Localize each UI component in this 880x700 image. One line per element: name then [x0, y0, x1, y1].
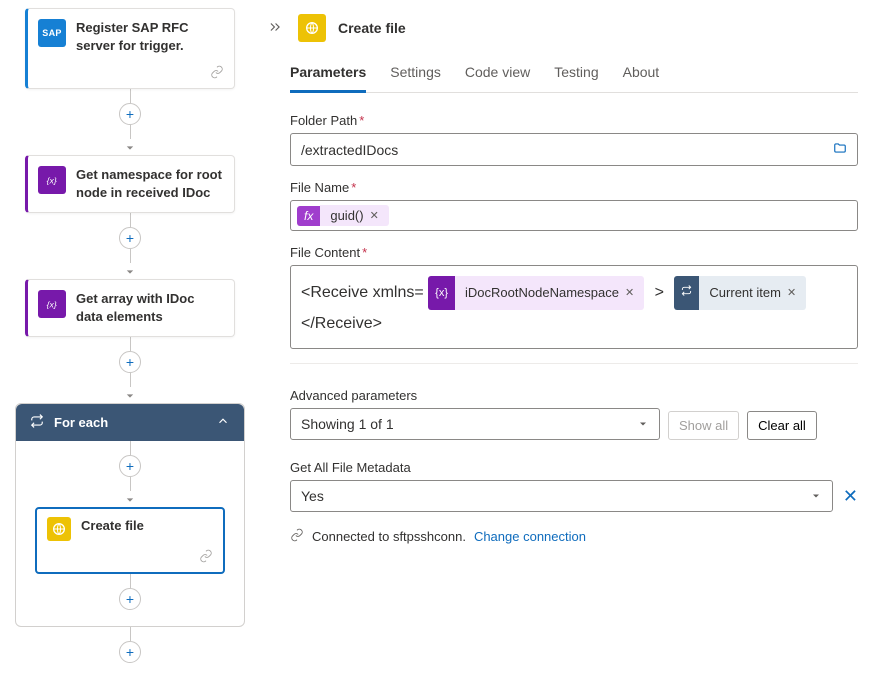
sap-icon: SAP [38, 19, 66, 47]
tab-testing[interactable]: Testing [554, 56, 598, 92]
add-step-button[interactable]: + [119, 641, 141, 663]
remove-metadata-icon[interactable]: ✕ [843, 486, 858, 507]
file-content-input[interactable]: <Receive xmlns= {x} iDocRootNodeNamespac… [290, 265, 858, 349]
flow-canvas: SAP Register SAP RFC server for trigger.… [0, 0, 260, 700]
add-step-button[interactable]: + [119, 455, 141, 477]
variable-chip-namespace[interactable]: {x} iDocRootNodeNamespace✕ [428, 276, 644, 310]
arrow-down-icon [126, 139, 134, 155]
connection-text: Connected to sftpsshconn. [312, 529, 466, 544]
folder-path-value: /extractedIDocs [301, 142, 398, 158]
flow-step-sap-trigger[interactable]: SAP Register SAP RFC server for trigger. [25, 8, 235, 89]
flow-step-create-file[interactable]: Create file [35, 507, 225, 574]
advanced-params-label: Advanced parameters [290, 388, 660, 403]
select-value: Yes [301, 488, 324, 504]
metadata-label: Get All File Metadata [290, 460, 858, 475]
link-icon [210, 65, 224, 82]
folder-path-label: Folder Path* [290, 113, 858, 128]
connector: + [119, 337, 141, 403]
step-title: Get namespace for root node in received … [76, 166, 222, 202]
step-title: Get array with IDoc data elements [76, 290, 222, 326]
metadata-select[interactable]: Yes [290, 480, 833, 512]
add-step-button[interactable]: + [119, 351, 141, 373]
connector: + [119, 627, 141, 663]
tabs: Parameters Settings Code view Testing Ab… [290, 56, 858, 93]
file-name-input[interactable]: fx guid() ✕ [290, 200, 858, 231]
file-content-label: File Content* [290, 245, 858, 260]
expression-chip-guid[interactable]: fx guid() ✕ [297, 205, 389, 226]
content-text-gt: > [655, 284, 664, 301]
loop-chip-current-item[interactable]: Current item✕ [674, 276, 806, 310]
file-name-label: File Name* [290, 180, 858, 195]
remove-chip-icon[interactable]: ✕ [370, 209, 379, 222]
chevron-up-icon[interactable] [216, 414, 230, 431]
required-asterisk: * [359, 113, 364, 128]
add-step-button[interactable]: + [119, 588, 141, 610]
content-text-close: </Receive> [301, 315, 382, 332]
tab-parameters[interactable]: Parameters [290, 56, 366, 93]
change-connection-link[interactable]: Change connection [474, 529, 586, 544]
arrow-down-icon [126, 263, 134, 279]
variable-icon: {x} [38, 166, 66, 194]
label-text: File Content [290, 245, 360, 260]
required-asterisk: * [362, 245, 367, 260]
clear-all-button[interactable]: Clear all [747, 411, 817, 440]
add-step-button[interactable]: + [119, 103, 141, 125]
flow-step-namespace[interactable]: {x} Get namespace for root node in recei… [25, 155, 235, 213]
collapse-panel-button[interactable] [264, 16, 286, 41]
tab-code-view[interactable]: Code view [465, 56, 530, 92]
connection-info: Connected to sftpsshconn. Change connect… [290, 528, 858, 545]
label-text: File Name [290, 180, 349, 195]
required-asterisk: * [351, 180, 356, 195]
globe-file-icon [47, 517, 71, 541]
foreach-header[interactable]: For each [16, 404, 244, 441]
chip-text: Current item [709, 279, 781, 307]
fx-icon: fx [297, 206, 320, 226]
foreach-title: For each [54, 415, 108, 430]
arrow-down-icon [126, 491, 134, 507]
connector: + [119, 441, 141, 507]
remove-chip-icon[interactable]: ✕ [787, 279, 796, 307]
chevron-down-icon [637, 418, 649, 430]
advanced-params-select[interactable]: Showing 1 of 1 [290, 408, 660, 440]
variable-icon: {x} [428, 276, 455, 310]
link-icon [290, 528, 304, 545]
globe-file-icon [298, 14, 326, 42]
link-icon [199, 549, 213, 566]
chip-text: guid() [330, 208, 363, 223]
connector: + [119, 574, 141, 610]
tab-settings[interactable]: Settings [390, 56, 441, 92]
arrow-down-icon [126, 387, 134, 403]
loop-icon [674, 276, 699, 310]
step-title: Register SAP RFC server for trigger. [76, 19, 222, 55]
show-all-button[interactable]: Show all [668, 411, 739, 440]
svg-text:{x}: {x} [47, 299, 57, 309]
loop-icon [30, 414, 44, 431]
select-value: Showing 1 of 1 [301, 416, 394, 432]
chevron-down-icon [810, 490, 822, 502]
folder-path-input[interactable]: /extractedIDocs [290, 133, 858, 166]
add-step-button[interactable]: + [119, 227, 141, 249]
remove-chip-icon[interactable]: ✕ [625, 279, 634, 307]
tab-about[interactable]: About [623, 56, 660, 92]
detail-panel: Create file Parameters Settings Code vie… [260, 0, 880, 700]
content-text-prefix: <Receive xmlns= [301, 284, 424, 301]
flow-step-array[interactable]: {x} Get array with IDoc data elements [25, 279, 235, 337]
svg-text:{x}: {x} [47, 175, 57, 185]
variable-icon: {x} [38, 290, 66, 318]
detail-title: Create file [338, 20, 406, 36]
connector: + [119, 89, 141, 155]
step-title: Create file [81, 517, 144, 535]
foreach-container[interactable]: For each + Create file [15, 403, 245, 627]
folder-picker-icon[interactable] [833, 141, 847, 158]
chip-text: iDocRootNodeNamespace [465, 279, 619, 307]
connector: + [119, 213, 141, 279]
label-text: Folder Path [290, 113, 357, 128]
